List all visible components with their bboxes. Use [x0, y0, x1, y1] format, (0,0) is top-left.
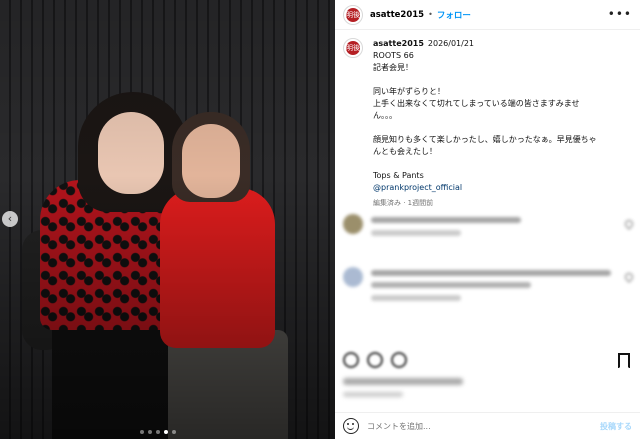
post-header: 明後日 asatte2015 • フォロー •••: [335, 0, 640, 33]
caption-username[interactable]: asatte2015: [373, 39, 424, 48]
post-caption-block: 明後日 asatte2015 2026/01/21 ROOTS 66 記者会見！ …: [343, 38, 633, 209]
chevron-left-icon[interactable]: ‹: [2, 211, 18, 227]
caption-text: asatte2015 2026/01/21 ROOTS 66 記者会見！ 同い年が…: [373, 38, 633, 209]
avatar[interactable]: 明後日: [343, 4, 363, 33]
comment-text-blur: [371, 282, 531, 288]
caption-date: 2026/01/21: [427, 39, 475, 48]
heart-icon[interactable]: [623, 271, 635, 283]
comment-avatar: [343, 214, 363, 234]
comment-meta-blur: [371, 230, 461, 236]
bookmark-icon[interactable]: [618, 353, 630, 369]
carousel-dot-active: [164, 430, 168, 434]
photo-shade: [0, 0, 335, 439]
caption-line: ROOTS 66: [373, 51, 414, 60]
caption-line: 記者会見！: [373, 63, 413, 72]
caption-line: Tops & Pants: [373, 171, 424, 180]
comment-item[interactable]: [343, 212, 635, 252]
comment-text-blur: [371, 270, 611, 276]
emoji-icon[interactable]: [343, 418, 359, 434]
caption-line: んとも会えたし！: [373, 147, 437, 156]
comment-icon[interactable]: [367, 352, 383, 368]
action-bar: [343, 352, 633, 370]
header-separator: •: [428, 10, 433, 19]
comment-meta-blur: [371, 295, 461, 301]
comment-item[interactable]: [343, 265, 635, 305]
heart-icon[interactable]: [623, 218, 635, 230]
post-side-panel: 明後日 asatte2015 • フォロー ••• 明後日 asatte2015…: [335, 0, 640, 439]
likes-count-blur: [343, 378, 463, 385]
more-horizontal-icon[interactable]: •••: [608, 8, 632, 20]
caption-line: 同い年がずらりと！: [373, 87, 445, 96]
post-photo[interactable]: ‹: [0, 0, 335, 439]
comment-text-blur: [371, 217, 521, 223]
post-date-blur: [343, 392, 403, 397]
header-username[interactable]: asatte2015: [370, 10, 424, 20]
carousel-dot: [148, 430, 152, 434]
heart-icon[interactable]: [343, 352, 359, 368]
avatar-logo: 明後日: [346, 41, 360, 66]
post-comment-button[interactable]: 投稿する: [600, 421, 632, 432]
avatar-logo: 明後日: [346, 7, 360, 33]
comment-input[interactable]: [367, 421, 587, 431]
follow-button[interactable]: フォロー: [437, 9, 471, 21]
carousel-dots: [140, 430, 176, 434]
carousel-dot: [156, 430, 160, 434]
caption-line: 顔見知りも多くて楽しかったし、嬉しかったなぁ。早見優ちゃ: [373, 135, 597, 144]
post-meta: 編集済み · 1週間前: [373, 199, 434, 207]
mention-link[interactable]: @prankproject_official: [373, 182, 633, 194]
share-icon[interactable]: [391, 352, 407, 368]
comment-avatar: [343, 267, 363, 287]
carousel-dot: [172, 430, 176, 434]
caption-line: 上手く出来なくて切れてしまっている端の皆さますみませ: [373, 99, 580, 108]
caption-avatar[interactable]: 明後日: [343, 38, 363, 66]
caption-line: ん。。。: [373, 111, 397, 120]
add-comment-bar: 投稿する: [335, 412, 640, 439]
carousel-dot: [140, 430, 144, 434]
